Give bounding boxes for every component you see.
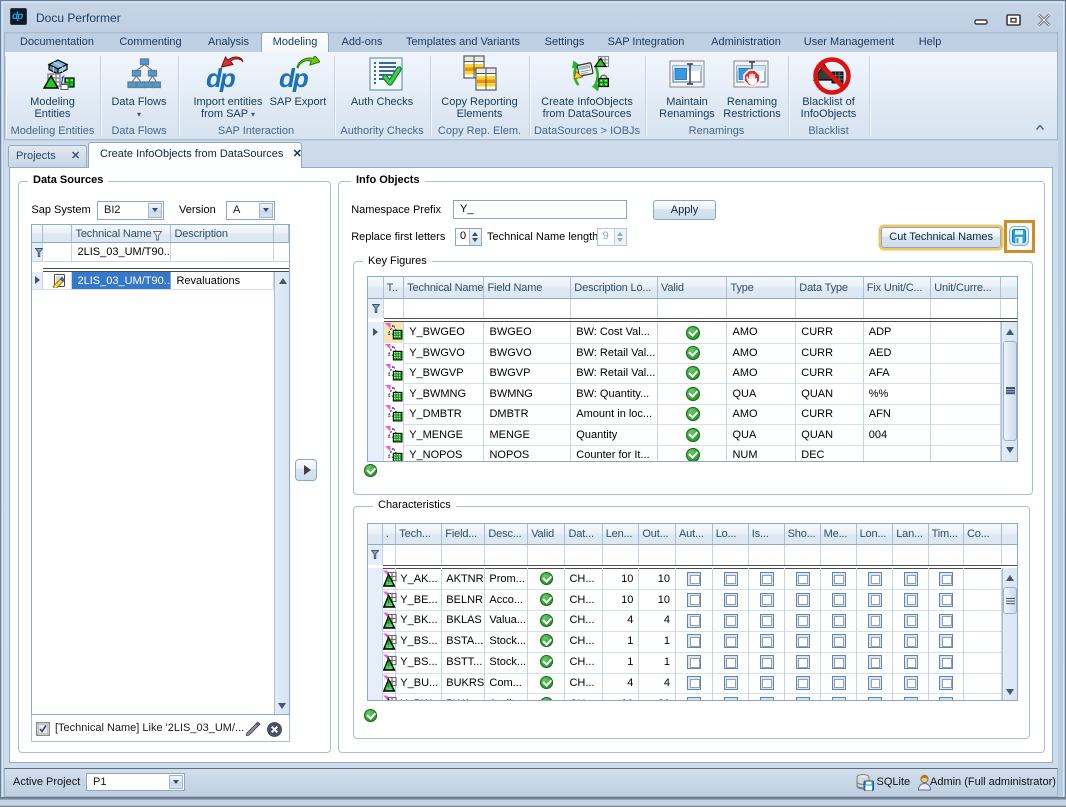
- svg-text:dp: dp: [279, 63, 309, 92]
